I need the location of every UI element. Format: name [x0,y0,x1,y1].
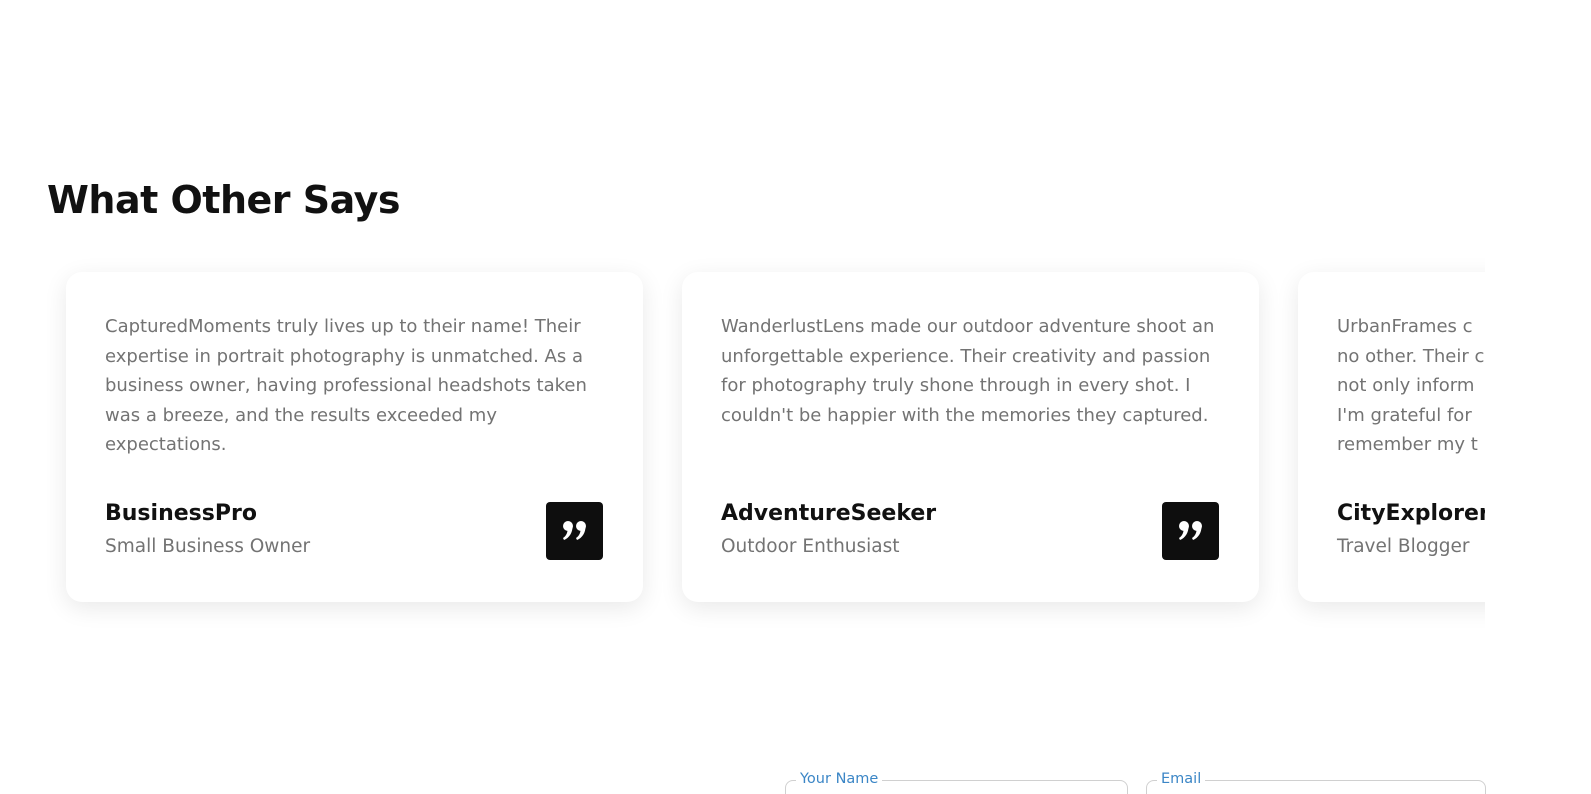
testimonial-card: CapturedMoments truly lives up to their … [66,272,643,602]
section-title: What Other Says [47,178,401,222]
name-field-label: Your Name [796,770,883,788]
testimonial-text: CapturedMoments truly lives up to their … [105,316,587,455]
testimonial-card: WanderlustLens made our outdoor adventur… [682,272,1259,602]
testimonial-author-name: CityExplorer [1337,501,1485,526]
testimonial-text: WanderlustLens made our outdoor adventur… [721,316,1215,426]
testimonial-slider[interactable]: CapturedMoments truly lives up to their … [47,252,1485,642]
quote-icon [546,502,603,560]
testimonial-author-role: Travel Blogger [1337,536,1470,557]
testimonial-author-name: BusinessPro [105,501,257,526]
testimonial-card: UrbanFrames c no other. Their c not only… [1298,272,1485,602]
testimonial-author-role: Outdoor Enthusiast [721,536,900,557]
name-field[interactable]: Your Name [785,770,1128,794]
testimonial-author-name: AdventureSeeker [721,501,937,526]
testimonial-text: UrbanFrames c no other. Their c not only… [1337,316,1485,455]
quote-icon [1162,502,1219,560]
testimonial-author-role: Small Business Owner [105,536,311,557]
email-field[interactable]: Email [1146,770,1486,794]
page: What Other Says CapturedMoments truly li… [0,0,1591,794]
email-field-label: Email [1157,770,1206,788]
